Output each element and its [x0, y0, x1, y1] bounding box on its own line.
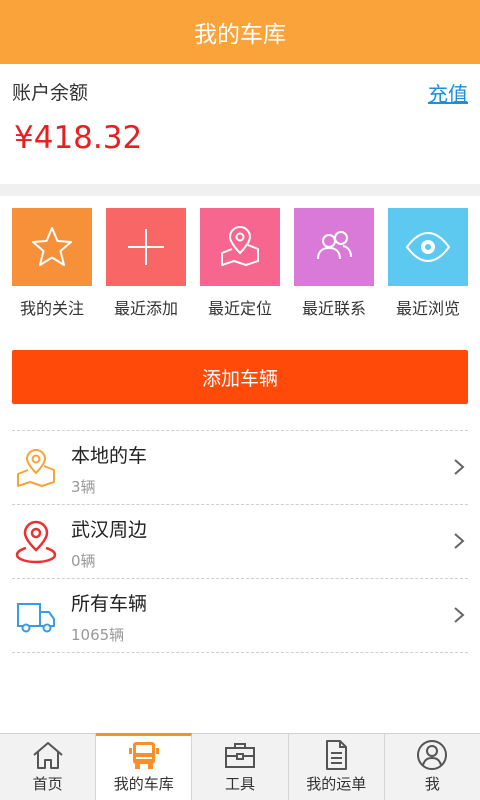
- quick-action-label: 我的关注: [19, 299, 84, 318]
- chevron-right-icon: [454, 533, 465, 549]
- vehicle-group-title: 武汉周边: [71, 519, 148, 541]
- vehicle-group-count: 3辆: [71, 478, 96, 496]
- contacts-icon: [294, 208, 374, 286]
- page-title: 我的车库: [194, 22, 286, 48]
- vehicle-group-local[interactable]: 本地的车 3辆: [12, 430, 468, 504]
- plus-icon: [106, 208, 186, 286]
- tab-me[interactable]: 我: [385, 734, 480, 800]
- eye-icon: [388, 208, 468, 286]
- location-pin-icon: [15, 520, 57, 564]
- tab-tools[interactable]: 工具: [192, 734, 289, 800]
- quick-action-label: 最近定位: [207, 299, 272, 318]
- app-header: 我的车库: [0, 0, 480, 64]
- quick-action-label: 最近联系: [301, 299, 366, 318]
- star-icon: [12, 208, 92, 286]
- recharge-link[interactable]: 充值: [428, 78, 468, 107]
- quick-action-recent-contacts[interactable]: 最近联系: [294, 208, 374, 326]
- user-icon: [417, 740, 448, 770]
- quick-action-recent-location[interactable]: 最近定位: [200, 208, 280, 326]
- tab-label: 首页: [32, 775, 63, 793]
- section-divider: [0, 184, 480, 196]
- truck-icon: [17, 603, 55, 633]
- toolbox-icon: [225, 743, 255, 768]
- balance-amount: ¥418.32: [14, 120, 143, 156]
- balance-label: 账户余额: [12, 82, 89, 104]
- tab-label: 我的车库: [113, 775, 174, 793]
- tab-my-garage[interactable]: 我的车库: [96, 733, 193, 800]
- tab-label: 我: [424, 775, 440, 793]
- vehicle-group-count: 1065辆: [71, 626, 125, 644]
- add-vehicle-button[interactable]: 添加车辆: [12, 350, 468, 404]
- vehicle-group-count: 0辆: [71, 552, 96, 570]
- tab-label: 工具: [225, 775, 256, 793]
- quick-action-label: 最近添加: [113, 299, 178, 318]
- vehicle-group-title: 本地的车: [71, 445, 148, 467]
- bottom-tab-bar: 首页 我的车库 工具 我的运单 我: [0, 733, 480, 800]
- home-icon: [32, 742, 63, 769]
- tab-home[interactable]: 首页: [0, 734, 97, 800]
- vehicle-group-list: 本地的车 3辆 武汉周边 0辆 所有车辆 1065辆: [0, 430, 480, 653]
- chevron-right-icon: [454, 459, 465, 475]
- quick-action-favorites[interactable]: 我的关注: [12, 208, 92, 326]
- vehicle-group-wuhan-area[interactable]: 武汉周边 0辆: [12, 504, 468, 578]
- quick-action-label: 最近浏览: [395, 299, 460, 318]
- account-balance-section: 账户余额 充值 ¥418.32: [0, 64, 480, 184]
- tab-my-waybills[interactable]: 我的运单: [289, 734, 385, 800]
- garage-truck-icon: [128, 742, 159, 769]
- local-map-pin-icon: [17, 449, 55, 487]
- chevron-right-icon: [454, 607, 465, 623]
- vehicle-group-all[interactable]: 所有车辆 1065辆: [12, 578, 468, 653]
- quick-action-recent-added[interactable]: 最近添加: [106, 208, 186, 326]
- quick-actions: 我的关注 最近添加 最近定位 最近联系 最近浏览: [0, 208, 480, 326]
- document-icon: [326, 740, 348, 770]
- vehicle-group-title: 所有车辆: [71, 593, 148, 615]
- map-pin-icon: [200, 208, 280, 286]
- quick-action-recent-browse[interactable]: 最近浏览: [388, 208, 468, 326]
- tab-label: 我的运单: [306, 775, 367, 793]
